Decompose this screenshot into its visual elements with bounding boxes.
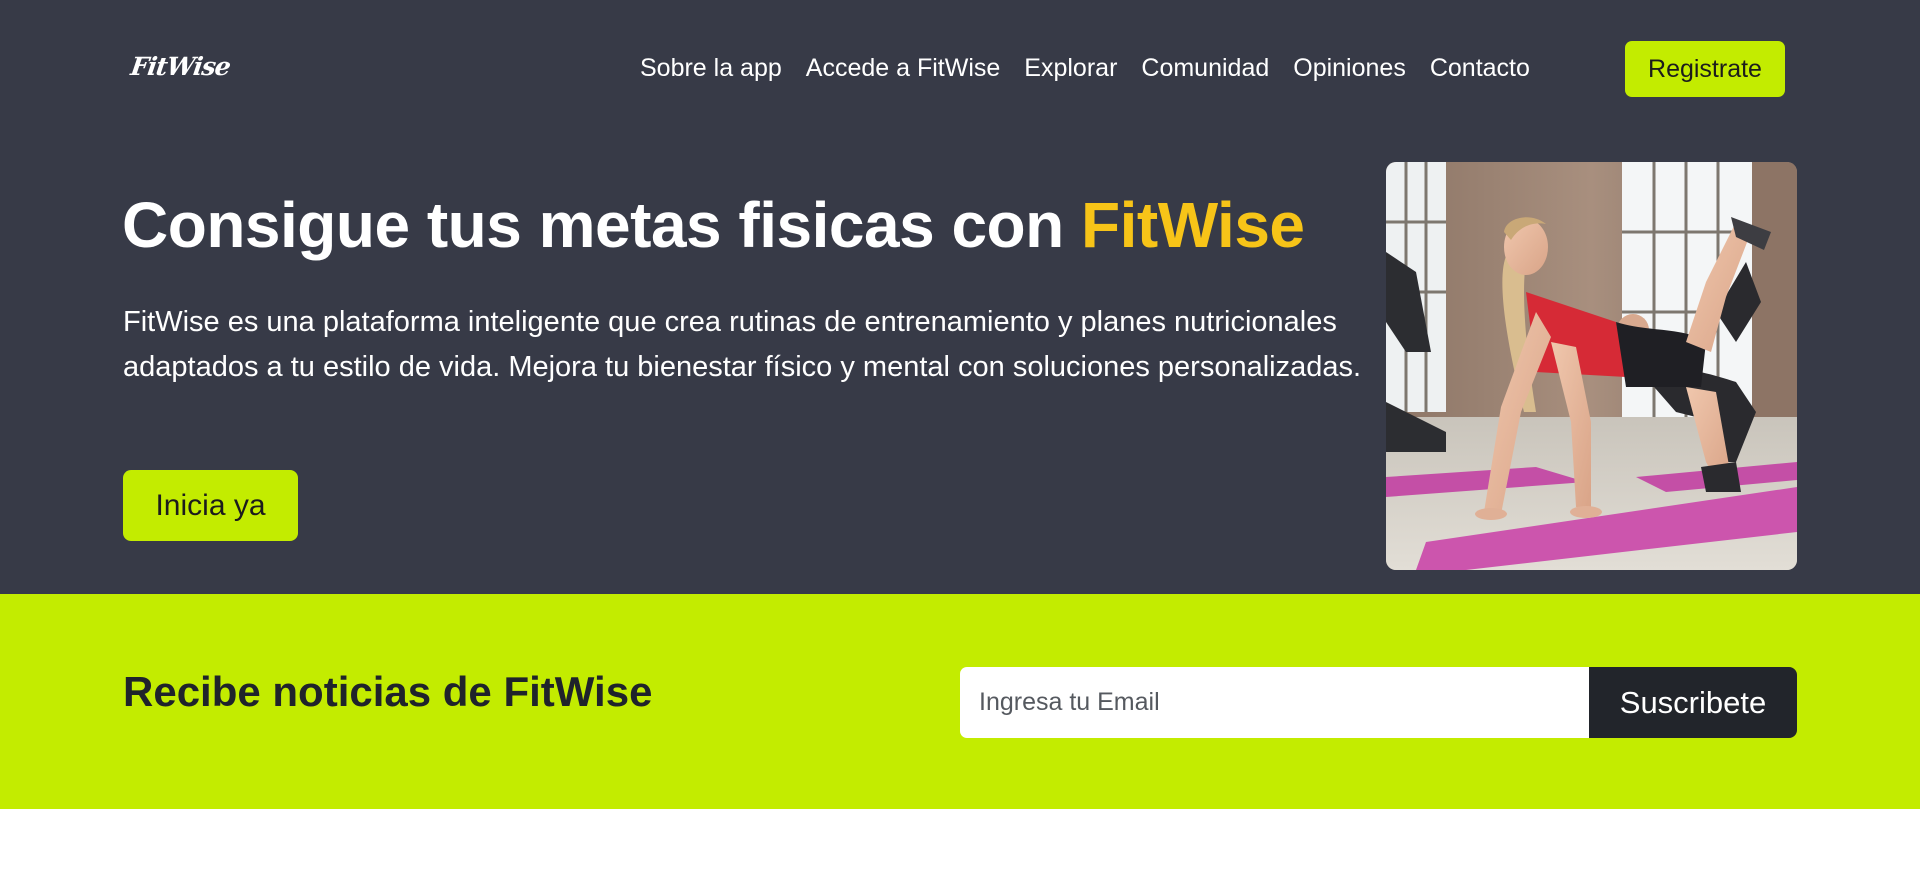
navbar: FitWise Sobre la app Accede a FitWise Ex…	[0, 0, 1920, 140]
subscribe-button[interactable]: Suscribete	[1589, 667, 1797, 738]
hero-description: FitWise es una plataforma inteligente qu…	[123, 306, 1362, 383]
nav-link-sobre-la-app[interactable]: Sobre la app	[640, 54, 782, 83]
newsletter-title: Recibe noticias de FitWise	[123, 668, 653, 715]
register-button[interactable]: Registrate	[1625, 41, 1785, 97]
nav-link-accede[interactable]: Accede a FitWise	[806, 54, 1001, 83]
hero-section: FitWise Sobre la app Accede a FitWise Ex…	[0, 0, 1920, 594]
newsletter-section: Recibe noticias de FitWise Suscribete	[0, 594, 1920, 809]
nav-link-opiniones[interactable]: Opiniones	[1293, 54, 1406, 83]
hero-title-highlight: FitWise	[1081, 189, 1305, 261]
hero-fitness-photo	[1386, 162, 1797, 570]
logo[interactable]: FitWise	[129, 52, 232, 81]
nav-links: Sobre la app Accede a FitWise Explorar C…	[640, 40, 1530, 96]
email-input[interactable]	[960, 667, 1590, 738]
nav-link-contacto[interactable]: Contacto	[1430, 54, 1530, 83]
hero-photo-illustration	[1386, 162, 1797, 570]
start-button[interactable]: Inicia ya	[123, 470, 298, 541]
nav-link-comunidad[interactable]: Comunidad	[1141, 54, 1269, 83]
hero-title-text: Consigue tus metas fisicas con	[122, 189, 1064, 261]
hero-title: Consigue tus metas fisicas con FitWise	[122, 188, 1322, 262]
nav-link-explorar[interactable]: Explorar	[1024, 54, 1117, 83]
